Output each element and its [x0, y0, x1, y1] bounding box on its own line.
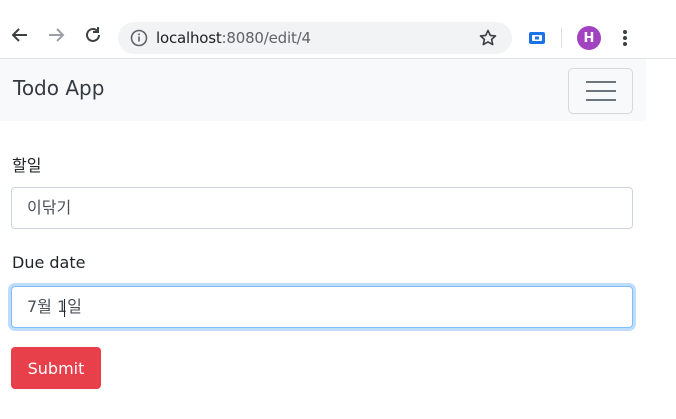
task-label: 할일 — [12, 156, 42, 175]
due-date-label: Due date — [12, 253, 86, 272]
navbar-toggler-button[interactable] — [568, 68, 633, 114]
address-bar[interactable]: localhost:8080/edit/4 — [118, 22, 512, 54]
hamburger-line — [585, 81, 616, 83]
navbar-brand[interactable]: Todo App — [13, 76, 104, 100]
task-input[interactable]: 이닦기 — [11, 187, 633, 229]
url-text: localhost:8080/edit/4 — [156, 29, 311, 47]
reload-icon[interactable] — [80, 22, 106, 48]
hamburger-line — [585, 90, 616, 92]
due-date-input[interactable]: 7월 1일 — [11, 286, 633, 328]
app-navbar: Todo App — [0, 59, 646, 121]
due-date-text-before: 7월 1 — [27, 297, 68, 316]
profile-avatar[interactable]: H — [577, 26, 601, 50]
toolbar-divider — [561, 28, 562, 48]
info-icon[interactable] — [130, 29, 148, 47]
text-caret — [64, 298, 66, 317]
due-date-text-after: 일 — [67, 297, 82, 316]
back-arrow-icon[interactable] — [7, 22, 33, 48]
submit-button[interactable]: Submit — [11, 347, 101, 389]
bookmark-star-icon[interactable] — [478, 28, 498, 48]
forward-arrow-icon[interactable] — [43, 22, 69, 48]
hamburger-line — [585, 99, 616, 101]
extension-icon[interactable] — [526, 27, 548, 49]
url-path: :8080/edit/4 — [221, 29, 311, 47]
more-menu-icon[interactable] — [618, 26, 632, 50]
url-host: localhost — [156, 29, 222, 47]
browser-toolbar: localhost:8080/edit/4 H — [0, 0, 676, 59]
